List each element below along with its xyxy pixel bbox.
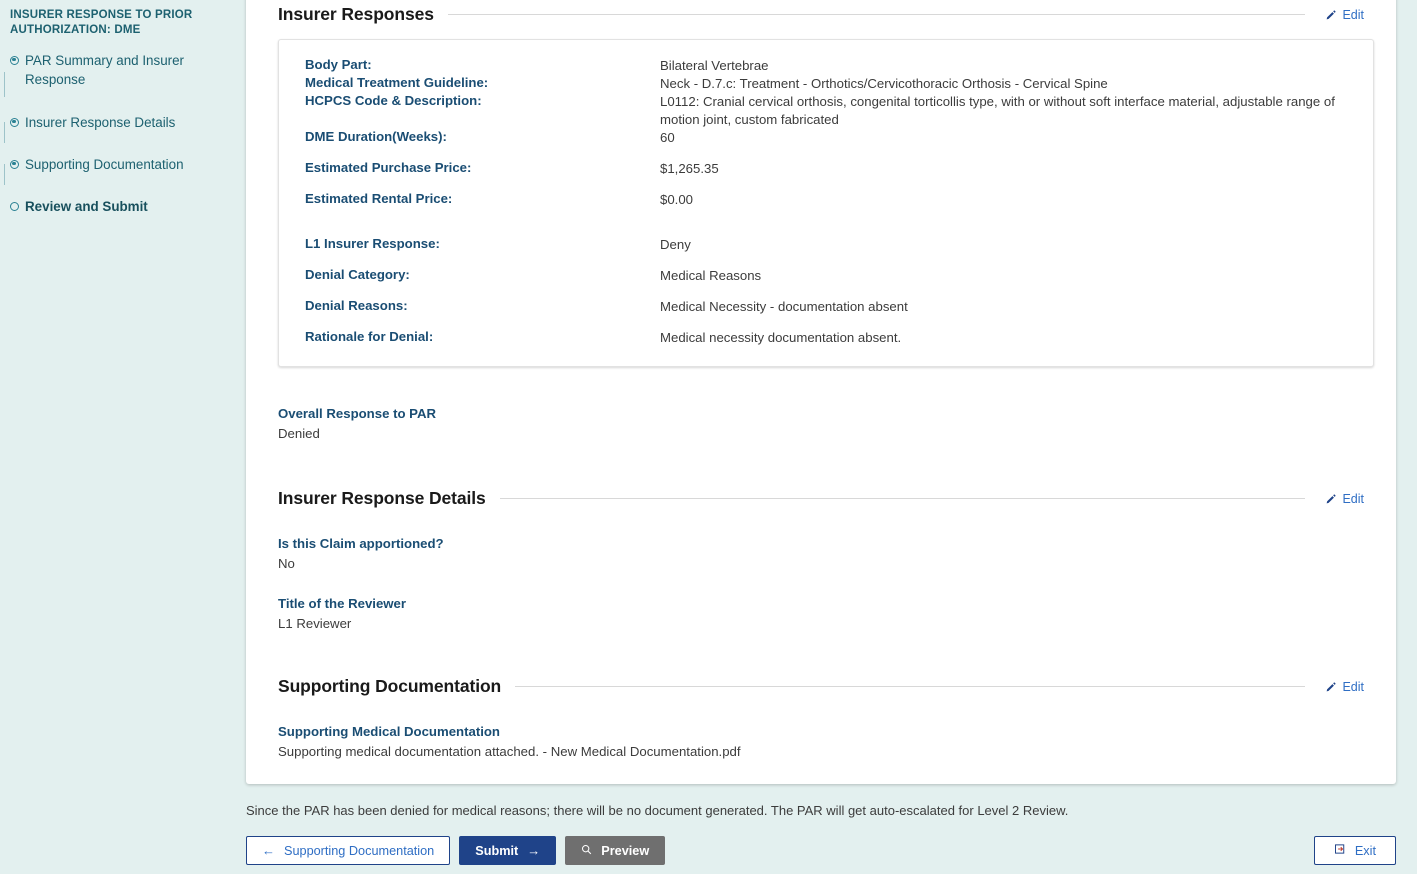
pencil-icon — [1325, 493, 1337, 505]
table-row: HCPCS Code & Description: L0112: Cranial… — [305, 93, 1347, 129]
pencil-icon — [1325, 681, 1337, 693]
edit-label: Edit — [1342, 7, 1364, 22]
supporting-medical-documentation-field: Supporting Medical Documentation Support… — [278, 723, 1364, 761]
exit-button-wrapper: Exit — [1313, 836, 1396, 865]
section-title-insurer-response-details: Insurer Response Details — [278, 488, 486, 508]
sidebar-step-label: PAR Summary and Insurer Response — [25, 53, 185, 87]
table-row: Rationale for Denial: Medical necessity … — [305, 329, 1347, 347]
section-divider — [515, 686, 1306, 687]
field-label: Supporting Medical Documentation — [278, 724, 500, 739]
overall-response-value: Denied — [278, 426, 320, 441]
sidebar-step-label: Supporting Documentation — [25, 157, 184, 172]
edit-insurer-response-details-button[interactable]: Edit — [1319, 492, 1364, 506]
row-label: Medical Treatment Guideline: — [305, 75, 489, 90]
back-button-label: Supporting Documentation — [284, 843, 435, 858]
step-connector-1 — [4, 72, 5, 97]
edit-label: Edit — [1342, 679, 1364, 694]
section-title-insurer-responses: Insurer Responses — [278, 4, 434, 24]
preview-button[interactable]: Preview — [565, 836, 666, 865]
wizard-title: INSURER RESPONSE TO PRIOR AUTHORIZATION:… — [10, 9, 193, 36]
sidebar-step-insurer-response-details[interactable]: Insurer Response Details — [10, 113, 232, 132]
sidebar-step-par-summary[interactable]: PAR Summary and Insurer Response — [10, 51, 232, 89]
row-label: Estimated Purchase Price: — [305, 160, 472, 175]
field-value: No — [278, 556, 295, 571]
field-label: Title of the Reviewer — [278, 596, 407, 611]
row-value: Bilateral Vertebrae — [660, 58, 769, 73]
row-label: Body Part: — [305, 57, 372, 72]
table-row: L1 Insurer Response: Deny — [305, 236, 1347, 267]
table-row: Denial Reasons: Medical Necessity - docu… — [305, 298, 1347, 329]
section-header-insurer-responses: Insurer Responses Edit — [278, 0, 1364, 25]
row-value: Medical necessity documentation absent. — [660, 330, 902, 345]
exit-button-label: Exit — [1354, 843, 1376, 858]
row-value: L0112: Cranial cervical orthosis, congen… — [660, 94, 1335, 127]
section-header-supporting-documentation: Supporting Documentation Edit — [278, 676, 1364, 697]
table-row: DME Duration(Weeks): 60 — [305, 129, 1347, 160]
sidebar-step-review-and-submit[interactable]: Review and Submit — [10, 197, 232, 216]
footer-note: Since the PAR has been denied for medica… — [246, 803, 1069, 818]
table-row: Medical Treatment Guideline: Neck - D.7.… — [305, 75, 1347, 93]
footer-button-group: ← Supporting Documentation Submit → Prev… — [246, 836, 666, 865]
overall-response-label: Overall Response to PAR — [278, 406, 437, 421]
insurer-responses-card: Body Part: Bilateral Vertebrae Medical T… — [278, 39, 1374, 367]
section-divider — [447, 14, 1306, 15]
row-value: 60 — [660, 130, 675, 145]
overall-response-field: Overall Response to PAR Denied — [278, 405, 1364, 443]
table-row: Estimated Rental Price: $0.00 — [305, 191, 1347, 222]
preview-button-label: Preview — [601, 843, 650, 858]
table-row: Body Part: Bilateral Vertebrae — [305, 57, 1347, 75]
step-connector-2 — [4, 122, 5, 143]
edit-insurer-responses-button[interactable]: Edit — [1319, 8, 1364, 22]
section-header-insurer-response-details: Insurer Response Details Edit — [278, 488, 1364, 509]
step-dot-filled-icon — [10, 55, 19, 65]
row-value: Neck - D.7.c: Treatment - Orthotics/Cerv… — [660, 76, 1108, 91]
exit-icon — [1334, 843, 1346, 858]
insurer-responses-table: Body Part: Bilateral Vertebrae Medical T… — [305, 57, 1347, 347]
claim-apportioned-field: Is this Claim apportioned? No — [278, 535, 1364, 573]
arrow-right-icon: → — [527, 843, 541, 858]
row-value: $1,265.35 — [660, 161, 719, 176]
edit-label: Edit — [1342, 491, 1364, 506]
review-content-panel: Insurer Responses Edit Body Part: Bilate… — [246, 0, 1396, 784]
edit-supporting-documentation-button[interactable]: Edit — [1319, 680, 1364, 694]
sidebar-step-label: Insurer Response Details — [25, 115, 176, 130]
back-to-supporting-documentation-button[interactable]: ← Supporting Documentation — [246, 836, 451, 865]
section-divider — [499, 498, 1306, 499]
submit-button-label: Submit — [475, 843, 519, 858]
row-label: Denial Reasons: — [305, 298, 408, 313]
pencil-icon — [1325, 9, 1337, 21]
step-dot-filled-icon — [10, 159, 19, 169]
step-dot-filled-icon — [10, 117, 19, 127]
sidebar-step-supporting-documentation[interactable]: Supporting Documentation — [10, 155, 232, 174]
exit-button[interactable]: Exit — [1313, 836, 1396, 865]
wizard-sidebar: INSURER RESPONSE TO PRIOR AUTHORIZATION:… — [0, 0, 246, 874]
step-dot-hollow-icon — [10, 201, 19, 211]
row-label: Denial Category: — [305, 267, 410, 282]
row-label: Rationale for Denial: — [305, 329, 434, 344]
submit-button[interactable]: Submit → — [459, 836, 557, 865]
row-label: Estimated Rental Price: — [305, 191, 453, 206]
row-value: Medical Reasons — [660, 268, 762, 283]
sidebar-step-label: Review and Submit — [25, 199, 148, 214]
field-value: Supporting medical documentation attache… — [278, 744, 741, 759]
footer-bar: Since the PAR has been denied for medica… — [0, 795, 1417, 874]
reviewer-title-field: Title of the Reviewer L1 Reviewer — [278, 595, 1364, 633]
table-spacer-row — [305, 222, 1347, 236]
step-connector-3 — [4, 164, 5, 185]
row-value: $0.00 — [660, 192, 694, 207]
table-row: Estimated Purchase Price: $1,265.35 — [305, 160, 1347, 191]
field-value: L1 Reviewer — [278, 616, 352, 631]
arrow-left-icon: ← — [262, 843, 275, 858]
section-title-supporting-documentation: Supporting Documentation — [278, 676, 502, 696]
row-value: Deny — [660, 237, 691, 252]
table-row: Denial Category: Medical Reasons — [305, 267, 1347, 298]
field-label: Is this Claim apportioned? — [278, 536, 444, 551]
row-label: L1 Insurer Response: — [305, 236, 440, 251]
row-value: Medical Necessity - documentation absent — [660, 299, 908, 314]
row-label: HCPCS Code & Description: — [305, 93, 482, 108]
search-icon — [581, 844, 592, 858]
row-label: DME Duration(Weeks): — [305, 129, 447, 144]
